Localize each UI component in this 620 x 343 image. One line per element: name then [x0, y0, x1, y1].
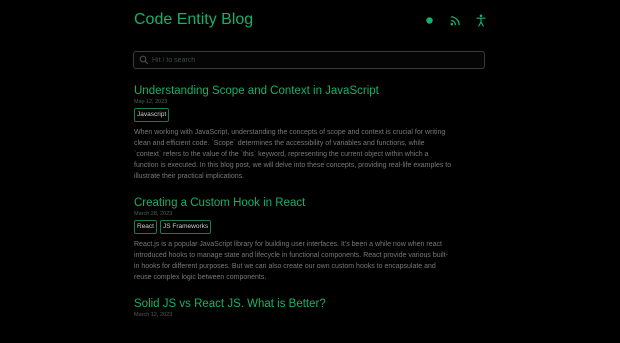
tag-link[interactable]: React [134, 220, 157, 234]
post-title-link[interactable]: Solid JS vs React JS. What is Better? [134, 297, 490, 311]
post-date: March 28, 2023 [134, 211, 173, 217]
post-title-link[interactable]: Understanding Scope and Context in JavaS… [134, 84, 490, 98]
site-title-link[interactable]: Code Entity Blog [134, 10, 253, 30]
post-item: Understanding Scope and Context in JavaS… [134, 84, 490, 182]
post-date: March 12, 2023 [134, 312, 173, 318]
post-tags: Javascript [134, 108, 490, 122]
post-excerpt: When working with JavaScript, understand… [134, 129, 452, 180]
post-title-link[interactable]: Creating a Custom Hook in React [134, 196, 490, 210]
tag-link[interactable]: JS Frameworks [159, 220, 212, 234]
page: Code Entity Blog Hit / to search Underst… [0, 0, 620, 343]
post-tags: React JS Frameworks [134, 220, 490, 234]
search-input[interactable] [152, 53, 472, 67]
header-icons [422, 13, 488, 27]
post-item: Creating a Custom Hook in React March 28,… [134, 196, 490, 283]
site-header: Code Entity Blog [134, 10, 488, 32]
tag-link[interactable]: Javascript [134, 108, 170, 122]
rss-icon[interactable] [448, 13, 462, 27]
post-item: Solid JS vs React JS. What is Better? Mar… [134, 297, 490, 319]
accessibility-icon[interactable] [474, 13, 488, 27]
post-excerpt: React.js is a popular JavaScript library… [134, 241, 449, 281]
post-date: May 12, 2023 [134, 99, 168, 105]
theme-toggle-icon[interactable] [422, 13, 436, 27]
post-list: Understanding Scope and Context in JavaS… [134, 84, 490, 333]
search-box[interactable] [133, 51, 485, 69]
search-icon [139, 55, 149, 65]
